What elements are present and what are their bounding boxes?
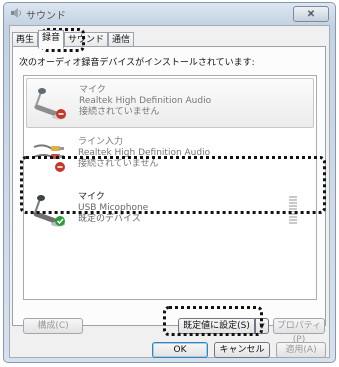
- dialog-client-area: 再生 録音 サウンド 通信 次のオーディオ録音デバイスがインストールされています…: [9, 25, 330, 358]
- sound-dialog: サウンド ✕ 再生 録音 サウンド 通信 次のオーディオ録音デバイスがインストー…: [3, 2, 336, 363]
- close-icon: ✕: [306, 8, 316, 20]
- tab-recording[interactable]: 録音: [38, 30, 65, 49]
- level-meter: [289, 196, 297, 225]
- device-name: マイク: [79, 85, 106, 95]
- device-status: 接続されていません: [79, 107, 160, 117]
- cancel-button[interactable]: キャンセル: [214, 342, 270, 358]
- set-default-button[interactable]: 既定値に設定(S): [178, 318, 255, 334]
- device-name: マイク: [78, 192, 105, 202]
- list-item[interactable]: マイク Realtek High Definition Audio 接続されてい…: [26, 78, 314, 128]
- window-title: サウンド: [26, 11, 66, 22]
- list-item[interactable]: ライン入力 Realtek High Definition Audio 接続され…: [26, 131, 314, 181]
- configure-button[interactable]: 構成(C): [23, 318, 83, 334]
- ok-button[interactable]: OK: [152, 342, 208, 358]
- recording-panel: 次のオーディオ録音デバイスがインストールされています: マイク Realtek: [12, 46, 326, 326]
- device-info: マイク Realtek High Definition Audio 接続されてい…: [79, 85, 211, 118]
- device-name: ライン入力: [78, 137, 124, 147]
- device-status: 接続されていません: [78, 159, 159, 169]
- microphone-icon: [33, 195, 65, 227]
- close-button[interactable]: ✕: [293, 6, 329, 22]
- microphone-icon: [34, 88, 66, 120]
- properties-button[interactable]: プロパティ(P): [273, 318, 325, 345]
- default-check-badge-icon: [55, 216, 65, 226]
- set-default-dropdown[interactable]: ▼: [255, 318, 269, 334]
- panel-intro-text: 次のオーディオ録音デバイスがインストールされています:: [19, 58, 255, 68]
- device-driver: Realtek High Definition Audio: [78, 148, 211, 158]
- apply-button[interactable]: 適用(A): [276, 342, 326, 358]
- tab-playback[interactable]: 再生: [12, 32, 39, 47]
- line-in-plug-icon: [33, 144, 65, 172]
- tab-sounds[interactable]: サウンド: [64, 32, 109, 47]
- list-item[interactable]: マイク USB Micophone 既定のデバイス: [26, 186, 314, 236]
- chevron-down-icon: ▼: [259, 322, 265, 330]
- device-driver: Realtek High Definition Audio: [79, 96, 212, 106]
- device-info: マイク USB Micophone 既定のデバイス: [78, 192, 148, 225]
- device-driver: USB Micophone: [78, 203, 149, 213]
- title-bar[interactable]: サウンド ✕: [4, 3, 335, 23]
- tab-strip: 再生 録音 サウンド 通信: [12, 30, 135, 49]
- tab-communications[interactable]: 通信: [108, 32, 135, 47]
- device-list[interactable]: マイク Realtek High Definition Audio 接続されてい…: [23, 75, 317, 300]
- device-status: 既定のデバイス: [78, 214, 141, 224]
- device-info: ライン入力 Realtek High Definition Audio 接続され…: [78, 137, 210, 170]
- speaker-icon: [11, 8, 21, 18]
